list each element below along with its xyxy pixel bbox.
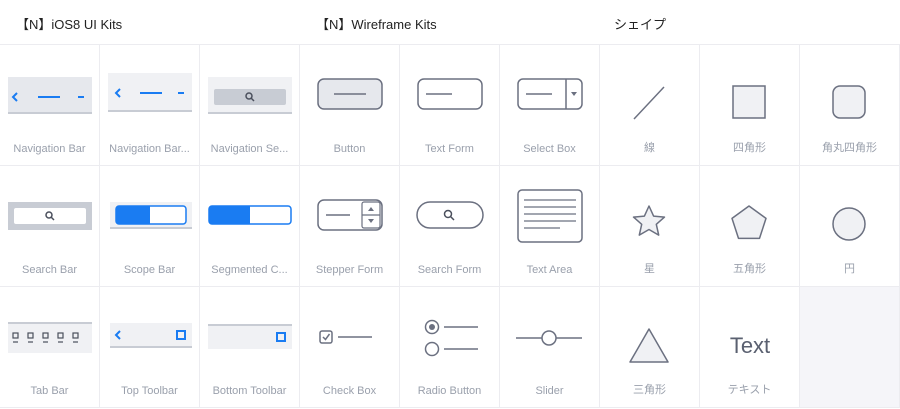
cell-label: Search Form — [417, 264, 482, 276]
cell-label: Slider — [535, 385, 564, 397]
cell-label: Text Form — [425, 143, 474, 155]
cell-label: Check Box — [322, 385, 377, 397]
stepper-form-icon — [317, 199, 383, 231]
cell-top-toolbar[interactable]: Top Toolbar — [100, 287, 200, 408]
navigation-bar-alt-icon — [108, 73, 192, 112]
cell-label: Navigation Bar... — [109, 143, 190, 155]
cell-label: Radio Button — [417, 385, 482, 397]
check-box-icon — [319, 330, 372, 344]
search-form-icon — [416, 201, 484, 229]
cell-stepper-form[interactable]: Stepper Form — [300, 166, 400, 287]
triangle-icon — [629, 328, 669, 363]
top-toolbar-icon — [110, 323, 192, 348]
cell-bottom-toolbar[interactable]: Bottom Toolbar — [200, 287, 300, 408]
kit-tab-wireframe[interactable]: 【N】Wireframe Kits — [316, 14, 437, 33]
cell-select-box[interactable]: Select Box — [500, 45, 600, 166]
cell-navigation-bar-2[interactable]: Navigation Bar... — [100, 45, 200, 166]
cell-text-form[interactable]: Text Form — [400, 45, 500, 166]
search-bar-icon — [8, 202, 92, 230]
cell-circle[interactable]: 円 — [800, 166, 900, 287]
cell-label: Text Area — [526, 264, 573, 276]
cell-label: Select Box — [523, 143, 576, 155]
cell-label: Bottom Toolbar — [212, 385, 287, 397]
cell-check-box[interactable]: Check Box — [300, 287, 400, 408]
cell-label: 四角形 — [733, 142, 766, 154]
navigation-bar-icon — [8, 77, 92, 114]
cell-label: 線 — [644, 142, 655, 154]
cell-search-bar[interactable]: Search Bar — [0, 166, 100, 287]
cell-scope-bar[interactable]: Scope Bar — [100, 166, 200, 287]
cell-pentagon[interactable]: 五角形 — [700, 166, 800, 287]
cell-label: 円 — [844, 263, 855, 275]
empty-cell — [800, 287, 900, 408]
text-form-icon — [417, 78, 483, 110]
cell-segmented-control[interactable]: Segmented C... — [200, 166, 300, 287]
select-box-icon — [517, 78, 583, 110]
kit-tab-ios8[interactable]: 【N】iOS8 UI Kits — [16, 14, 122, 33]
radio-button-icon — [424, 319, 478, 357]
segmented-control-icon — [208, 205, 292, 225]
line-icon — [633, 86, 665, 120]
cell-label: テキスト — [727, 384, 772, 396]
button-icon — [317, 78, 383, 110]
pentagon-icon — [731, 205, 767, 240]
cell-text[interactable]: Text テキスト — [700, 287, 800, 408]
kit-tab-shape[interactable]: シェイプ — [614, 14, 666, 33]
cell-label: 三角形 — [633, 384, 666, 396]
bottom-toolbar-icon — [208, 324, 292, 349]
cell-label: 星 — [644, 263, 655, 275]
cell-button[interactable]: Button — [300, 45, 400, 166]
cell-label: Segmented C... — [211, 264, 288, 276]
cell-label: Stepper Form — [315, 264, 384, 276]
navigation-search-icon — [208, 77, 292, 114]
rounded-square-icon — [832, 85, 866, 119]
cell-radio-button[interactable]: Radio Button — [400, 287, 500, 408]
scope-bar-icon — [110, 202, 192, 229]
square-icon — [732, 85, 766, 119]
cell-line[interactable]: 線 — [600, 45, 700, 166]
component-grid: Navigation Bar Navigation Bar... Navigat… — [0, 45, 900, 409]
cell-label: Scope Bar — [123, 264, 176, 276]
cell-label: Navigation Bar — [13, 143, 86, 155]
cell-rounded-square[interactable]: 角丸四角形 — [800, 45, 900, 166]
cell-label: Top Toolbar — [121, 385, 178, 397]
slider-icon — [516, 330, 582, 346]
cell-label: Tab Bar — [30, 385, 69, 397]
cell-navigation-search[interactable]: Navigation Se... — [200, 45, 300, 166]
cell-tab-bar[interactable]: Tab Bar — [0, 287, 100, 408]
star-icon — [632, 205, 666, 236]
cell-label: Search Bar — [21, 264, 78, 276]
cell-search-form[interactable]: Search Form — [400, 166, 500, 287]
cell-label: Navigation Se... — [210, 143, 289, 155]
kit-header: 【N】iOS8 UI Kits 【N】Wireframe Kits シェイプ — [0, 0, 900, 45]
cell-slider[interactable]: Slider — [500, 287, 600, 408]
circle-icon — [832, 207, 866, 241]
tab-bar-icon — [8, 322, 92, 353]
cell-navigation-bar[interactable]: Navigation Bar — [0, 45, 100, 166]
cell-label: Button — [333, 143, 366, 155]
cell-label: 角丸四角形 — [822, 142, 877, 154]
cell-square[interactable]: 四角形 — [700, 45, 800, 166]
cell-text-area[interactable]: Text Area — [500, 166, 600, 287]
text-area-icon — [517, 189, 583, 243]
cell-triangle[interactable]: 三角形 — [600, 287, 700, 408]
cell-label: 五角形 — [733, 263, 766, 275]
text-icon: Text — [729, 333, 771, 358]
cell-star[interactable]: 星 — [600, 166, 700, 287]
